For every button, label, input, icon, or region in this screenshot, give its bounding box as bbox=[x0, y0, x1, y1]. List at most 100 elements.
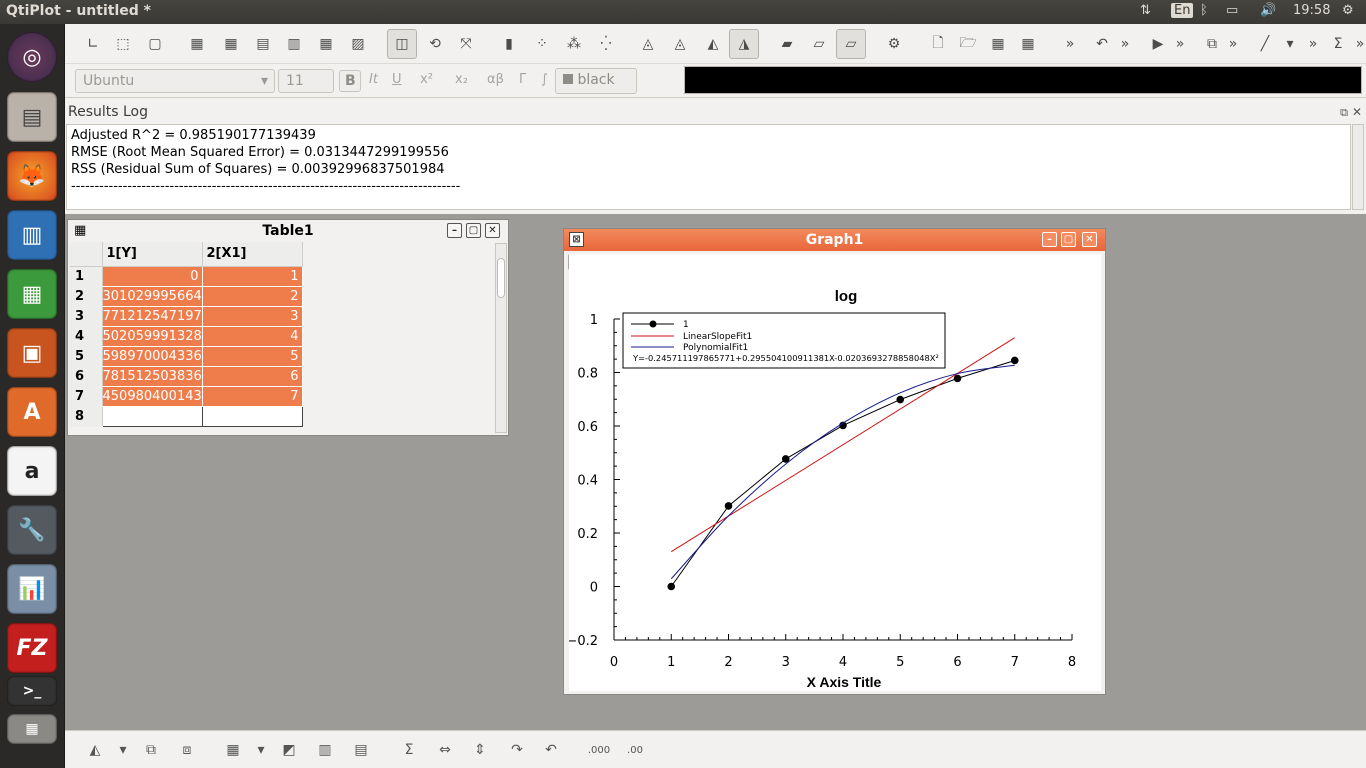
overflow-1-icon[interactable]: » bbox=[1059, 33, 1081, 55]
grid-floor-icon[interactable]: ▦ bbox=[315, 33, 337, 55]
cell[interactable]: 301029995664 bbox=[102, 286, 203, 307]
perspective-icon[interactable]: ◫ bbox=[387, 29, 417, 59]
grid-side-icon[interactable]: ▤ bbox=[252, 33, 274, 55]
volume-icon[interactable]: 🔊 bbox=[1260, 3, 1276, 18]
increase-precision-icon[interactable]: .000 bbox=[588, 740, 610, 760]
minimize-button[interactable]: – bbox=[1042, 232, 1057, 247]
graph-titlebar[interactable]: ⊠ Graph1 – ▢ ✕ bbox=[564, 229, 1105, 251]
ubuntu-dash-icon[interactable]: ◎ bbox=[7, 32, 57, 82]
subscript-button[interactable]: x₂ bbox=[455, 72, 468, 87]
bars-3d-icon[interactable]: ▮ bbox=[498, 33, 520, 55]
bluetooth-icon[interactable]: ᛒ bbox=[1200, 3, 1208, 18]
qtiplot-icon[interactable]: 📊 bbox=[7, 564, 57, 614]
filezilla-icon[interactable]: FZ bbox=[7, 623, 57, 673]
matrix-icon[interactable]: ▦ bbox=[223, 740, 243, 760]
grid-ceil-icon[interactable]: ▨ bbox=[347, 33, 369, 55]
row-header[interactable]: 1 bbox=[70, 266, 103, 287]
color-button[interactable]: black bbox=[555, 68, 637, 94]
flip-horizontal-icon[interactable]: ⇔ bbox=[435, 740, 455, 760]
cones-icon[interactable]: ⁛ bbox=[595, 33, 617, 55]
writer-icon[interactable]: ▥ bbox=[7, 210, 57, 260]
keyboard-indicator[interactable]: En bbox=[1171, 3, 1194, 18]
cell[interactable]: 2 bbox=[202, 286, 303, 307]
histogram-icon[interactable]: ▥ bbox=[315, 740, 335, 760]
table-scrollbar[interactable] bbox=[495, 243, 507, 433]
cell[interactable]: 771212547197 bbox=[102, 306, 203, 327]
greek-button[interactable]: αβ bbox=[487, 72, 504, 87]
axes-2d-icon[interactable]: ∟ bbox=[82, 33, 104, 55]
box-3d-icon[interactable]: ⬚ bbox=[112, 33, 134, 55]
line-tool-icon[interactable]: ╱ bbox=[1254, 33, 1276, 55]
new-table-icon[interactable]: ▦ bbox=[987, 33, 1009, 55]
new-project-icon[interactable]: 🗋 bbox=[927, 33, 949, 55]
x-axis-title[interactable]: X Axis Title bbox=[807, 674, 882, 690]
scroll-thumb[interactable] bbox=[497, 258, 505, 298]
cell[interactable]: 6 bbox=[202, 366, 303, 387]
results-scrollbar[interactable] bbox=[1352, 124, 1364, 210]
row-header[interactable]: 3 bbox=[70, 306, 103, 327]
grid-front-icon[interactable]: ▦ bbox=[186, 33, 208, 55]
overflow-5-icon[interactable]: » bbox=[1302, 33, 1324, 55]
close-icon[interactable]: ✕ bbox=[1352, 105, 1362, 119]
cell[interactable]: 1 bbox=[202, 266, 303, 287]
close-button[interactable]: ✕ bbox=[485, 223, 500, 238]
overflow-2-icon[interactable]: » bbox=[1114, 33, 1136, 55]
open-icon[interactable]: 🗁 bbox=[957, 33, 979, 55]
arrange-icon[interactable]: ⧈ bbox=[177, 740, 197, 760]
wireframe-polygon-icon[interactable]: ◮ bbox=[729, 29, 759, 59]
software-center-icon[interactable]: A bbox=[7, 387, 57, 437]
cell[interactable]: 3 bbox=[202, 306, 303, 327]
impress-icon[interactable]: ▣ bbox=[7, 328, 57, 378]
image-icon[interactable]: ◩ bbox=[279, 740, 299, 760]
cell[interactable]: 7 bbox=[202, 386, 303, 407]
firefox-icon[interactable]: 🦊 bbox=[7, 151, 57, 201]
cell[interactable] bbox=[102, 406, 203, 427]
row-header[interactable]: 4 bbox=[70, 326, 103, 347]
overflow-4-icon[interactable]: » bbox=[1222, 33, 1244, 55]
floor-data-icon[interactable]: ▰ bbox=[776, 33, 798, 55]
italic-button[interactable]: It bbox=[369, 72, 378, 87]
row-header[interactable]: 2 bbox=[70, 286, 103, 307]
cell[interactable]: 450980400143 bbox=[102, 386, 203, 407]
layer-icon[interactable]: ⧉ bbox=[1201, 33, 1223, 55]
cell[interactable]: 5 bbox=[202, 346, 303, 367]
points-3d-icon[interactable]: ⁘ bbox=[531, 33, 553, 55]
hidden-line-icon[interactable]: ◬ bbox=[669, 33, 691, 55]
font-combo[interactable]: Ubuntu ▾ bbox=[75, 69, 275, 93]
dropdown-icon[interactable]: ▾ bbox=[251, 740, 271, 760]
close-button[interactable]: ✕ bbox=[1082, 232, 1097, 247]
row-header[interactable]: 7 bbox=[70, 386, 103, 407]
row-header[interactable]: 6 bbox=[70, 366, 103, 387]
polygon-icon[interactable]: ◭ bbox=[702, 33, 724, 55]
clock[interactable]: 19:58 bbox=[1293, 3, 1330, 18]
line-dropdown-icon[interactable]: ▾ bbox=[1279, 33, 1301, 55]
battery-icon[interactable]: ▭ bbox=[1226, 3, 1238, 18]
cell[interactable]: 598970004336 bbox=[102, 346, 203, 367]
floor-none-icon[interactable]: ▱ bbox=[836, 29, 866, 59]
maximize-button[interactable]: ▢ bbox=[1061, 232, 1076, 247]
rotate-right-icon[interactable]: ↷ bbox=[507, 740, 527, 760]
terminal-icon[interactable]: >_ bbox=[7, 676, 57, 706]
sum-icon[interactable]: Σ bbox=[1327, 33, 1349, 55]
overflow-3-icon[interactable]: » bbox=[1169, 33, 1191, 55]
cell[interactable] bbox=[202, 406, 303, 427]
grid-left-icon[interactable]: ▥ bbox=[283, 33, 305, 55]
cell[interactable]: 0 bbox=[102, 266, 203, 287]
rotate-icon[interactable]: ⟲ bbox=[424, 33, 446, 55]
dropdown-icon[interactable]: ▾ bbox=[113, 740, 133, 760]
flip-vertical-icon[interactable]: ⇕ bbox=[470, 740, 490, 760]
row-header[interactable]: 8 bbox=[70, 406, 103, 427]
legend[interactable]: 1 LinearSlopeFit1 PolynomialFit1 Y=-0.24… bbox=[622, 312, 946, 369]
plot-title[interactable]: log bbox=[835, 288, 858, 305]
cell[interactable]: 4 bbox=[202, 326, 303, 347]
underline-button[interactable]: U bbox=[392, 72, 402, 87]
overflow-6-icon[interactable]: » bbox=[1349, 33, 1366, 55]
undo-icon[interactable]: ↶ bbox=[1091, 33, 1113, 55]
greek-upper-button[interactable]: Γ bbox=[519, 72, 526, 87]
formula-input[interactable] bbox=[684, 66, 1362, 94]
plot-area[interactable]: log X Axis Title 0 1 2 3 4 5 6 7 8 1 0.8 0.6 0.4 0.2 0… bbox=[566, 254, 1101, 691]
bar-chart-icon[interactable]: ▤ bbox=[351, 740, 371, 760]
calc-icon[interactable]: ▦ bbox=[7, 269, 57, 319]
grid-back-icon[interactable]: ▦ bbox=[220, 33, 242, 55]
table-window[interactable]: ▦ Table1 – ▢ ✕ 1[Y] 2[X1] 101 2 301029995… bbox=[67, 219, 509, 436]
